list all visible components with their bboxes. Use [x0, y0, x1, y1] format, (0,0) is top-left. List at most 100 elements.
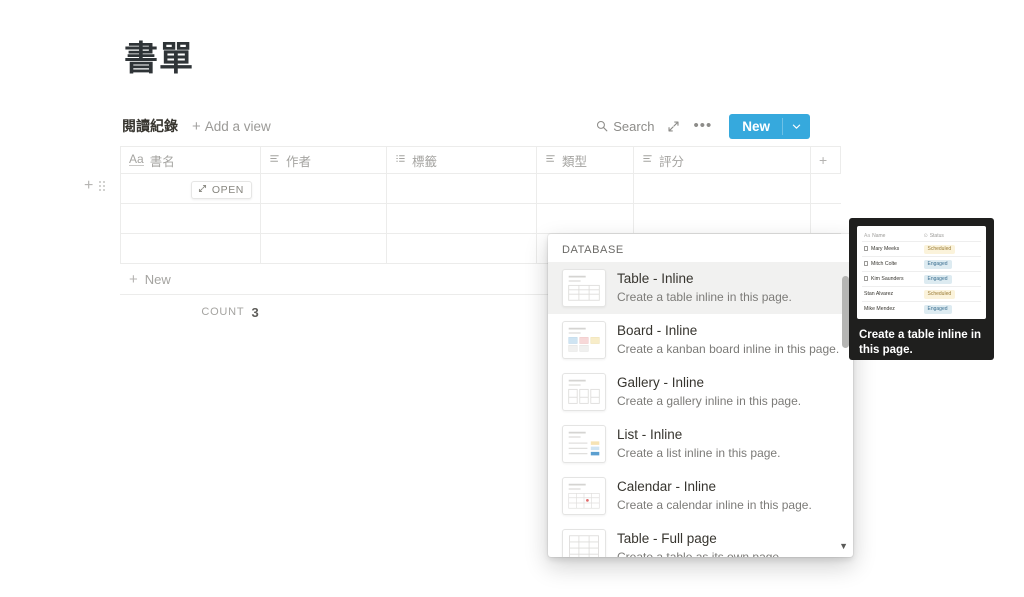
tooltip-cell-name: Mitch Colte [862, 256, 922, 272]
add-view-label: Add a view [204, 118, 271, 134]
page-icon [864, 276, 868, 281]
tooltip-cell-name: Stan Alvarez [862, 286, 922, 302]
column-label: 評分 [659, 154, 685, 169]
menu-item-list-inline[interactable]: List - Inline Create a list inline in th… [548, 418, 853, 470]
row-handles: + [84, 178, 106, 194]
column-label: 作者 [286, 154, 312, 169]
count-footer[interactable]: COUNT 3 [120, 297, 340, 327]
cell-tags[interactable] [386, 203, 537, 234]
select-icon: ⊙ [923, 232, 928, 239]
text-icon [642, 153, 653, 167]
tooltip-cell-status: Engaged [922, 302, 982, 317]
drag-handle-icon[interactable] [99, 181, 106, 191]
cell-type[interactable] [536, 173, 634, 204]
cell-author[interactable] [260, 203, 387, 234]
tooltip-column-name: Aa Name [862, 230, 922, 242]
new-button-label: New [742, 118, 770, 134]
menu-item-title: Board - Inline [617, 323, 698, 338]
table-fullpage-icon [562, 529, 606, 557]
calendar-inline-icon [562, 477, 606, 515]
column-label: 標籤 [412, 154, 438, 169]
status-badge: Engaged [923, 304, 952, 314]
menu-scrollbar-thumb[interactable] [842, 276, 849, 348]
new-button[interactable]: New [729, 113, 810, 139]
column-header-rating[interactable]: 評分 [633, 146, 811, 174]
menu-item-title: Table - Inline [617, 271, 694, 286]
tooltip-table-row: Stan Alvarez Scheduled [862, 286, 981, 302]
menu-list: Table - Inline Create a table inline in … [548, 262, 853, 557]
table-row[interactable]: OPEN [120, 173, 841, 204]
menu-scrollbar[interactable] [842, 242, 849, 542]
menu-item-desc: Create a list inline in this page. [617, 446, 781, 460]
menu-section-title: DATABASE [562, 244, 624, 256]
status-badge: Engaged [923, 259, 952, 269]
tooltip-cell-status: Scheduled [921, 286, 981, 302]
board-inline-icon [562, 321, 606, 359]
chevron-down-icon[interactable] [783, 114, 810, 139]
open-row-button[interactable]: OPEN [190, 181, 252, 199]
cell-type[interactable] [536, 203, 634, 234]
tooltip-cell-status: Engaged [921, 256, 981, 272]
cell-tags[interactable] [386, 173, 537, 204]
column-header-title[interactable]: Aa 書名 [120, 146, 261, 174]
menu-item-gallery-inline[interactable]: Gallery - Inline Create a gallery inline… [548, 366, 853, 418]
view-toolbar-actions: Search ••• New [596, 113, 810, 139]
tooltip-text: Create a table inline in this page. [859, 329, 982, 356]
expand-icon[interactable] [667, 120, 680, 133]
menu-item-title: List - Inline [617, 427, 683, 442]
table-row[interactable] [120, 203, 841, 234]
plus-icon: + [192, 117, 201, 135]
tooltip-table-row: Mary Meeks Scheduled [862, 241, 981, 257]
cell-title[interactable] [120, 233, 261, 264]
text-icon [545, 153, 556, 167]
tooltip-table-row: Mike Mendez Engaged [862, 302, 981, 317]
view-tab-reading-log[interactable]: 閱讀紀錄 [120, 115, 180, 137]
menu-item-calendar-inline[interactable]: Calendar - Inline Create a calendar inli… [548, 470, 853, 522]
column-header-tags[interactable]: 標籤 [386, 146, 537, 174]
menu-item-desc: Create a table inline in this page. [617, 290, 792, 304]
menu-item-board-inline[interactable]: Board - Inline Create a kanban board inl… [548, 314, 853, 366]
page-title: 書單 [124, 40, 194, 78]
tooltip-cell-status: Engaged [921, 271, 981, 287]
count-label: COUNT [201, 306, 245, 318]
ellipsis-icon[interactable]: ••• [693, 118, 712, 133]
add-column-button[interactable]: + [810, 146, 841, 174]
open-row-label: OPEN [211, 184, 244, 196]
title-aa-icon: Aa [129, 152, 144, 166]
add-view-button[interactable]: + Add a view [192, 119, 271, 134]
tooltip-preview-table: Aa Name ⊙ Status Mary Meeks Scheduled Mitc… [862, 230, 981, 316]
gallery-inline-icon [562, 373, 606, 411]
column-label: 書名 [149, 154, 175, 169]
menu-item-table-inline[interactable]: Table - Inline Create a table inline in … [548, 262, 853, 314]
table-header-row: Aa 書名 作者 標籤 類型 評分 + [120, 146, 841, 174]
new-row-label: New [144, 271, 171, 287]
menu-item-desc: Create a calendar inline in this page. [617, 498, 812, 512]
scroll-down-icon[interactable]: ▼ [839, 541, 848, 551]
tooltip-preview-card: Aa Name ⊙ Status Mary Meeks Scheduled Mitc… [857, 226, 986, 319]
cell-title[interactable]: OPEN [120, 173, 261, 204]
search-button[interactable]: Search [596, 119, 654, 134]
database-type-menu[interactable]: DATABASE Table - Inline Create a table i… [548, 234, 853, 557]
cell-tags[interactable] [386, 233, 537, 264]
page-icon [864, 261, 868, 266]
tooltip-table-row: Mitch Colte Engaged [862, 256, 981, 272]
cell-title[interactable] [120, 203, 261, 234]
cell-rating[interactable] [633, 173, 811, 204]
menu-item-table-fullpage[interactable]: Table - Full page Create a table as its … [548, 522, 853, 557]
tooltip-cell-name: Mary Meeks [862, 241, 922, 257]
cell-rating[interactable] [633, 203, 811, 234]
menu-item-desc: Create a gallery inline in this page. [617, 394, 802, 408]
menu-item-title: Gallery - Inline [617, 375, 705, 390]
cell-author[interactable] [260, 233, 387, 264]
cell-author[interactable] [260, 173, 387, 204]
search-label: Search [613, 118, 655, 134]
page-icon [864, 246, 868, 251]
menu-item-desc: Create a kanban board inline in this pag… [617, 342, 840, 356]
expand-icon [198, 184, 207, 196]
tooltip-cell-name: Mike Mendez [864, 306, 895, 312]
add-row-icon[interactable]: + [84, 178, 93, 194]
menu-item-tooltip: Aa Name ⊙ Status Mary Meeks Scheduled Mitc… [849, 218, 994, 360]
column-header-type[interactable]: 類型 [536, 146, 634, 174]
menu-item-desc: Create a table as its own page. [617, 550, 783, 557]
column-header-author[interactable]: 作者 [260, 146, 387, 174]
